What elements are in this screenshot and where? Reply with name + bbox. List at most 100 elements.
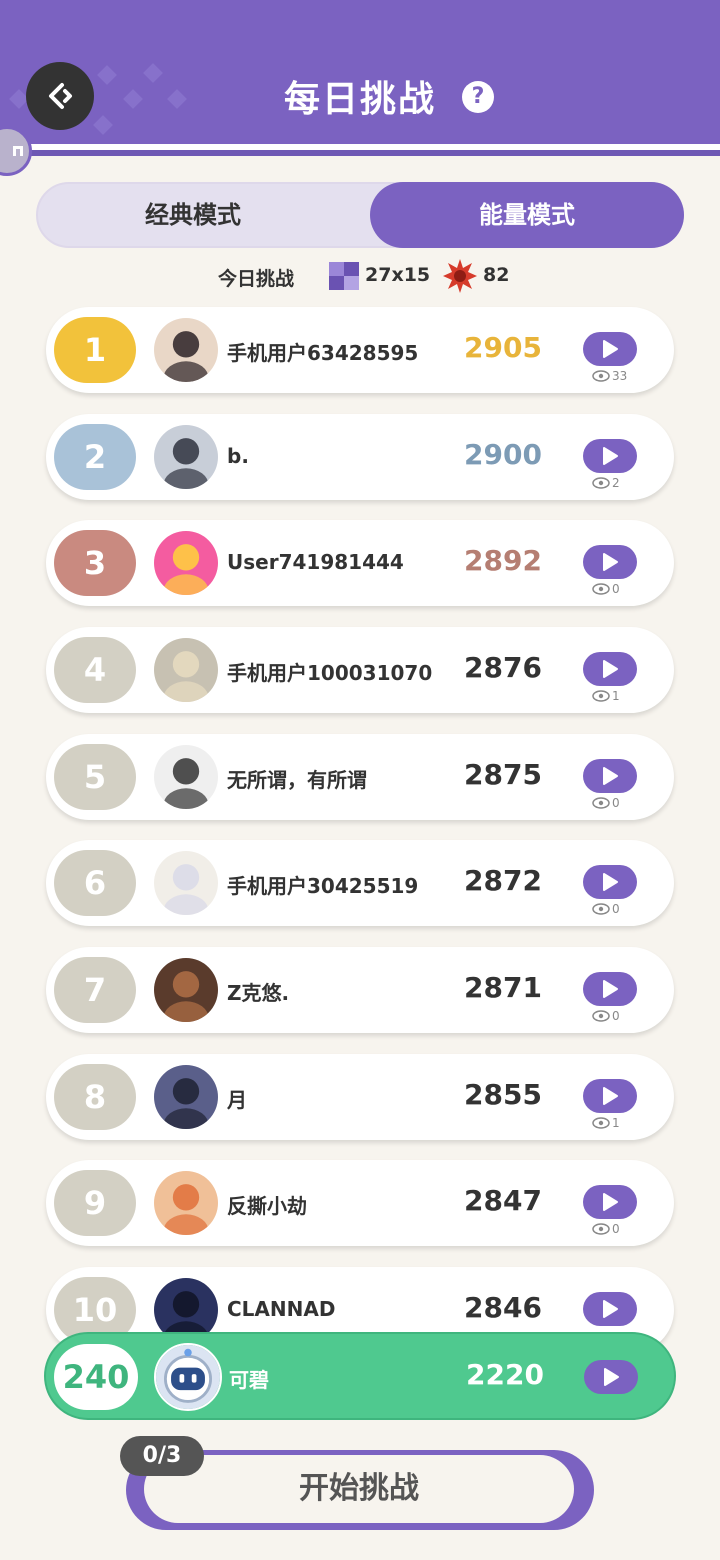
play-icon xyxy=(603,553,618,571)
replay-button[interactable] xyxy=(583,652,637,686)
leaderboard-row[interactable]: 5 无所谓，有所谓 2875 0 xyxy=(46,734,674,820)
play-icon xyxy=(603,873,618,891)
play-icon xyxy=(603,1087,618,1105)
attempts-badge: 0/3 xyxy=(120,1436,204,1476)
replay-button[interactable] xyxy=(583,972,637,1006)
page-title: 每日挑战 xyxy=(283,79,436,120)
tab-energy-mode[interactable]: 能量模式 xyxy=(370,182,684,248)
score: 2871 xyxy=(464,971,542,1004)
replay-button[interactable] xyxy=(583,1292,637,1326)
leaderboard-row[interactable]: 4 手机用户100031070 2876 1 xyxy=(46,627,674,713)
replay-button[interactable] xyxy=(583,1185,637,1219)
view-count-text: 1 xyxy=(612,1116,620,1130)
play-icon xyxy=(603,1193,618,1211)
start-challenge-button[interactable]: 开始挑战 xyxy=(144,1455,574,1523)
replay-button[interactable] xyxy=(583,332,637,366)
leaderboard-row[interactable]: 9 反撕小劫 2847 0 xyxy=(46,1160,674,1246)
energy-burst-icon xyxy=(443,259,477,293)
view-count: 1 xyxy=(592,1116,620,1130)
user-avatar xyxy=(152,1169,220,1237)
question-circle-icon[interactable]: ? xyxy=(462,81,494,113)
username: CLANNAD xyxy=(227,1297,336,1321)
mode-tabs: 经典模式 能量模式 xyxy=(36,182,684,248)
username: 手机用户30425519 xyxy=(227,874,419,898)
replay-button[interactable] xyxy=(583,865,637,899)
view-count-text: 1 xyxy=(612,689,620,703)
user-avatar xyxy=(152,1063,220,1131)
tab-classic-mode[interactable]: 经典模式 xyxy=(38,182,348,248)
score: 2876 xyxy=(464,651,542,684)
rank-badge: 1 xyxy=(54,317,136,383)
handle-icon xyxy=(13,146,23,156)
score: 2847 xyxy=(464,1184,542,1217)
view-count: 1 xyxy=(592,689,620,703)
leaderboard-row[interactable]: 7 Z克悠. 2871 0 xyxy=(46,947,674,1033)
username: User741981444 xyxy=(227,550,404,574)
rank-badge: 6 xyxy=(54,850,136,916)
play-icon xyxy=(603,1300,618,1318)
daily-info-row: 今日挑战 27x15 82 xyxy=(0,262,720,292)
header-divider-shadow xyxy=(0,150,720,156)
eye-icon xyxy=(592,1117,610,1129)
view-count-text: 2 xyxy=(612,476,620,490)
view-count: 0 xyxy=(592,582,620,596)
my-rank-row[interactable]: 240 可碧 2220 xyxy=(44,1332,676,1420)
user-avatar xyxy=(152,423,220,491)
my-score: 2220 xyxy=(466,1358,544,1391)
score: 2905 xyxy=(464,331,542,364)
leaderboard-row[interactable]: 6 手机用户30425519 2872 0 xyxy=(46,840,674,926)
play-icon xyxy=(603,340,618,358)
play-icon xyxy=(603,660,618,678)
grid-size-text: 27x15 xyxy=(365,264,431,286)
score: 2846 xyxy=(464,1291,542,1324)
rank-badge: 8 xyxy=(54,1064,136,1130)
eye-icon xyxy=(592,690,610,702)
user-avatar xyxy=(152,529,220,597)
rank-badge: 2 xyxy=(54,424,136,490)
rank-badge: 9 xyxy=(54,1170,136,1236)
replay-button[interactable] xyxy=(583,545,637,579)
my-avatar xyxy=(154,1343,222,1411)
view-count-text: 0 xyxy=(612,902,620,916)
username: Z克悠. xyxy=(227,981,290,1005)
play-icon xyxy=(603,447,618,465)
energy-count-text: 82 xyxy=(483,264,510,286)
view-count: 33 xyxy=(592,369,627,383)
replay-button[interactable] xyxy=(583,1079,637,1113)
rank-badge: 4 xyxy=(54,637,136,703)
leaderboard-row[interactable]: 3 User741981444 2892 0 xyxy=(46,520,674,606)
daily-challenge-label: 今日挑战 xyxy=(218,268,295,290)
eye-icon xyxy=(592,370,610,382)
play-icon xyxy=(603,767,618,785)
view-count-text: 0 xyxy=(612,1009,620,1023)
leaderboard-row[interactable]: 1 手机用户63428595 2905 33 xyxy=(46,307,674,393)
view-count: 0 xyxy=(592,1222,620,1236)
view-count: 0 xyxy=(592,902,620,916)
score: 2872 xyxy=(464,864,542,897)
view-count: 0 xyxy=(592,796,620,810)
play-icon xyxy=(604,1368,619,1386)
replay-button[interactable] xyxy=(583,439,637,473)
username: b. xyxy=(227,444,249,468)
score: 2892 xyxy=(464,544,542,577)
eye-icon xyxy=(592,583,610,595)
my-replay-button[interactable] xyxy=(584,1360,638,1394)
rank-badge: 5 xyxy=(54,744,136,810)
score: 2855 xyxy=(464,1078,542,1111)
view-count-text: 0 xyxy=(612,582,620,596)
view-count: 0 xyxy=(592,1009,620,1023)
leaderboard-row[interactable]: 2 b. 2900 2 xyxy=(46,414,674,500)
replay-button[interactable] xyxy=(583,759,637,793)
rank-badge: 7 xyxy=(54,957,136,1023)
username: 月 xyxy=(227,1088,247,1112)
rank-badge: 3 xyxy=(54,530,136,596)
view-count-text: 33 xyxy=(612,369,628,383)
score: 2875 xyxy=(464,758,542,791)
eye-icon xyxy=(592,477,610,489)
user-avatar xyxy=(152,636,220,704)
leaderboard-row[interactable]: 8 月 2855 1 xyxy=(46,1054,674,1140)
username: 无所谓，有所谓 xyxy=(227,768,367,792)
view-count: 2 xyxy=(592,476,620,490)
user-avatar xyxy=(152,743,220,811)
user-avatar xyxy=(152,849,220,917)
